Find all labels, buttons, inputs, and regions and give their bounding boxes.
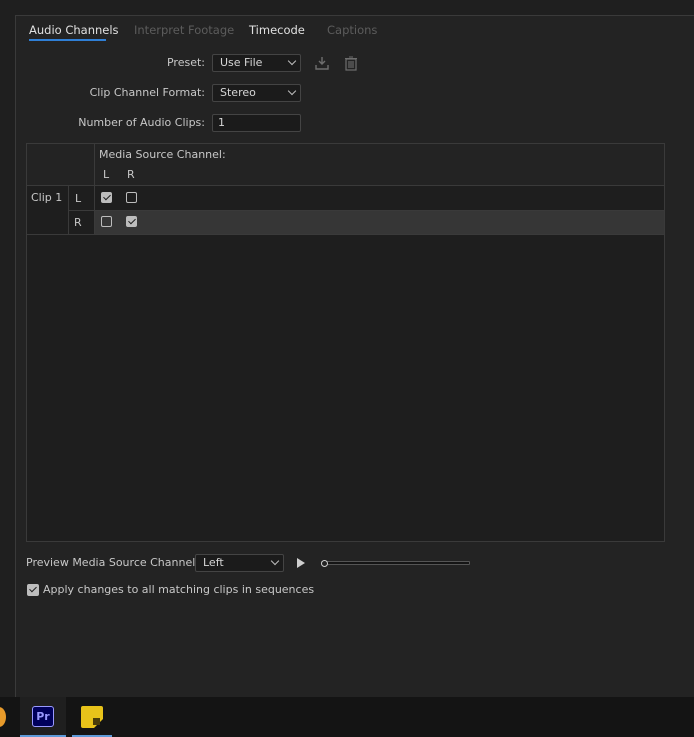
grid-divider bbox=[68, 210, 664, 211]
window-top-edge bbox=[0, 0, 694, 15]
taskbar: Pr bbox=[0, 697, 694, 737]
preset-dropdown[interactable]: Use File bbox=[212, 54, 301, 72]
chevron-down-icon bbox=[287, 56, 297, 66]
premiere-taskbar-item[interactable]: Pr bbox=[20, 697, 66, 737]
play-icon[interactable] bbox=[297, 558, 305, 568]
download-icon[interactable] bbox=[314, 55, 330, 71]
preset-label: Preset: bbox=[166, 56, 205, 69]
clip-channel-format-dropdown[interactable]: Stereo bbox=[212, 84, 301, 102]
tab-interpret-footage[interactable]: Interpret Footage bbox=[134, 22, 234, 38]
trash-icon[interactable] bbox=[343, 55, 359, 71]
map-l-to-r-checkbox[interactable] bbox=[126, 192, 137, 203]
preset-value: Use File bbox=[220, 56, 263, 69]
grid-divider bbox=[27, 234, 664, 235]
preview-label: Preview Media Source Channel: bbox=[26, 556, 199, 569]
clip-channel-l-label: L bbox=[75, 192, 82, 205]
scrubber-handle[interactable] bbox=[321, 560, 328, 567]
preview-channel-value: Left bbox=[203, 556, 224, 569]
grid-divider bbox=[94, 144, 95, 235]
apply-changes-label: Apply changes to all matching clips in s… bbox=[43, 583, 315, 596]
source-channel-r-header: R bbox=[127, 168, 135, 181]
clip-channel-format-label: Clip Channel Format: bbox=[89, 86, 205, 99]
channel-mapping-grid: Media Source Channel: L R Clip 1 L R bbox=[26, 143, 665, 542]
num-audio-clips-label: Number of Audio Clips: bbox=[78, 116, 205, 129]
map-r-to-l-checkbox[interactable] bbox=[101, 216, 112, 227]
apply-changes-checkbox[interactable] bbox=[27, 584, 39, 596]
tab-audio-channels[interactable]: Audio Channels bbox=[29, 22, 119, 38]
source-channel-l-header: L bbox=[103, 168, 110, 181]
row-highlight bbox=[95, 211, 664, 235]
num-audio-clips-input[interactable]: 1 bbox=[212, 114, 301, 132]
sticky-notes-taskbar-item[interactable] bbox=[72, 697, 112, 737]
app-icon[interactable] bbox=[0, 697, 10, 737]
chevron-down-icon bbox=[287, 86, 297, 96]
map-l-to-l-checkbox[interactable] bbox=[101, 192, 112, 203]
preview-scrubber[interactable] bbox=[321, 561, 470, 565]
grid-divider bbox=[27, 185, 664, 186]
window-left-edge bbox=[0, 0, 15, 697]
premiere-icon: Pr bbox=[32, 706, 54, 727]
tab-captions[interactable]: Captions bbox=[327, 22, 377, 38]
active-tab-indicator bbox=[29, 39, 106, 41]
media-source-channel-header: Media Source Channel: bbox=[99, 148, 226, 161]
tab-timecode[interactable]: Timecode bbox=[249, 22, 305, 38]
clip-channel-r-label: R bbox=[74, 216, 82, 229]
map-r-to-r-checkbox[interactable] bbox=[126, 216, 137, 227]
preview-channel-dropdown[interactable]: Left bbox=[195, 554, 284, 572]
chevron-down-icon bbox=[270, 556, 280, 566]
clip-1-label: Clip 1 bbox=[31, 191, 63, 204]
sticky-notes-icon bbox=[81, 706, 103, 728]
clip-channel-format-value: Stereo bbox=[220, 86, 256, 99]
